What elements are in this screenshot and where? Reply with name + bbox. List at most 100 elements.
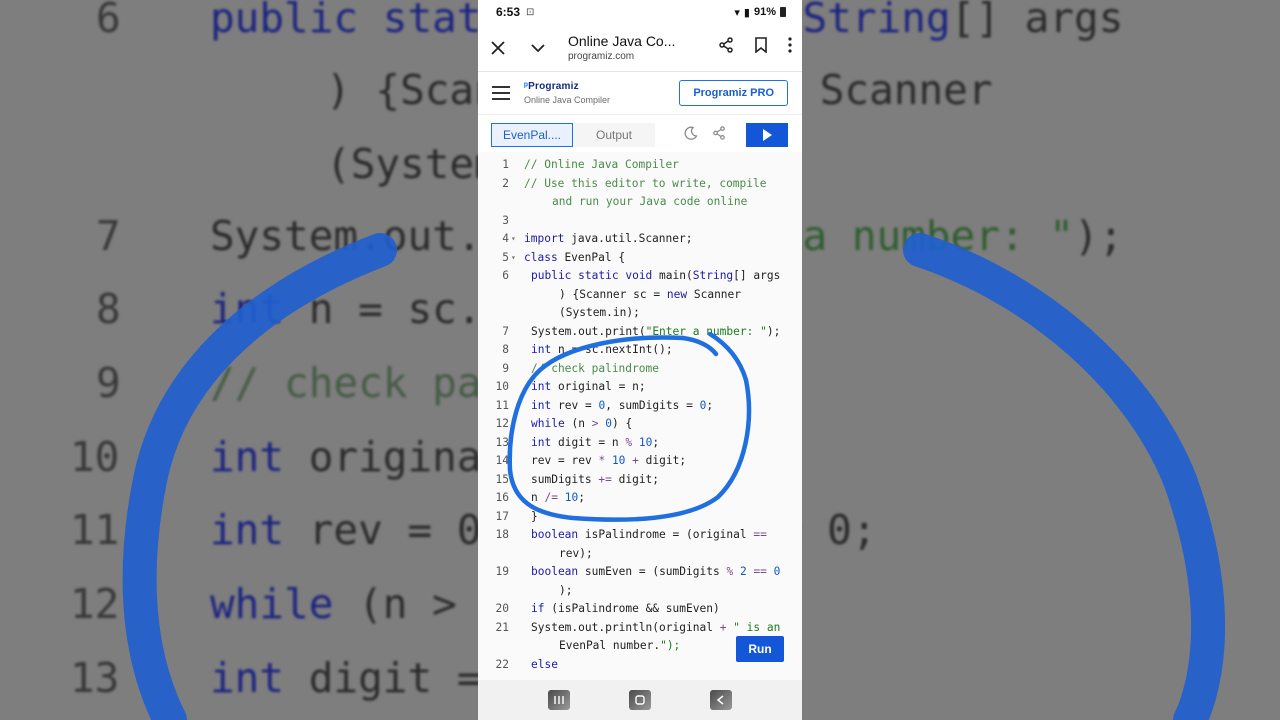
code-text: System.out.println(original + " is an [531,620,781,634]
code-line[interactable]: 20 if (isPalindrome && sumEven) [478,600,802,619]
code-line[interactable]: 7 System.out.print("Enter a number: "); [478,323,802,342]
code-text: class EvenPal { [524,250,626,264]
tab-file[interactable]: EvenPal.... [491,122,573,147]
code-line[interactable]: 15 sumDigits += digit; [478,471,802,490]
code-text: and run your Java code online [552,195,748,208]
recent-apps-icon[interactable] [547,690,570,710]
code-line[interactable]: rev); [478,545,802,564]
play-icon [762,128,772,141]
code-line[interactable]: (System.in); [478,304,802,323]
code-line[interactable]: 10 int original = n; [478,378,802,397]
code-line[interactable]: 19 boolean sumEven = (sumDigits % 2 == 0 [478,563,802,582]
line-number: 14 [495,454,509,467]
code-line[interactable]: 17} [478,508,802,527]
page-domain: programiz.com [568,51,635,62]
android-nav-bar [478,680,802,720]
code-line[interactable]: 2 // Use this editor to write, compile [478,175,802,194]
code-line[interactable]: ) {Scanner sc = new Scanner [478,286,802,305]
hamburger-icon[interactable] [492,86,510,100]
line-number: 4 [502,232,509,245]
code-text: int n = sc.nextInt(); [531,343,673,356]
code-line[interactable]: ); [478,582,802,601]
line-number: 8 [502,343,509,356]
status-right: ▾ ▮ 91% [734,6,786,19]
code-line[interactable]: 16 n /= 10; [478,489,802,508]
code-text: boolean isPalindrome = (original == [531,528,767,541]
code-line[interactable]: 1 // Online Java Compiler [478,156,802,175]
back-icon[interactable] [710,690,733,710]
moon-icon[interactable] [684,126,698,143]
battery-icon [780,7,786,17]
chevron-down-icon[interactable] [528,38,548,58]
browser-title-block[interactable]: Online Java Co... programiz.com [568,33,718,62]
fold-caret-icon[interactable]: ▾ [511,415,516,434]
tab-output[interactable]: Output [573,122,655,147]
tool-icons [684,122,788,147]
home-icon[interactable] [628,690,651,710]
code-text: public static void main(String[] args [531,269,781,282]
brand-subtitle: Online Java Compiler [524,95,611,105]
code-text: n /= 10; [531,491,585,504]
run-play-button[interactable] [746,122,788,147]
code-text: rev = rev * 10 + digit; [531,454,687,467]
code-text: while (n > 0) { [531,417,633,430]
line-number: 15 [495,472,509,486]
bookmark-icon[interactable] [754,37,768,58]
line-number: 19 [495,565,509,578]
code-text: if (isPalindrome && sumEven) [531,602,720,615]
code-line[interactable]: 13 int digit = n % 10; [478,434,802,453]
battery-level: 91% [753,6,776,18]
line-number: 1 [502,158,509,171]
code-text: // Use this editor to write, compile [524,176,767,190]
line-number: 2 [502,176,509,190]
code-text: } [531,509,538,523]
editor-toolbar: EvenPal.... Output [478,114,802,154]
code-line[interactable]: and run your Java code online [478,193,802,212]
line-number: 18 [495,528,509,541]
run-button[interactable]: Run [736,636,784,662]
code-line[interactable]: 6 public static void main(String[] args [478,267,802,286]
code-line[interactable]: 14 rev = rev * 10 + digit; [478,452,802,471]
page-title: Online Java Co... [568,33,676,49]
browser-actions [718,37,792,58]
signal-icon: ▮ [743,6,750,19]
share-icon[interactable] [718,37,734,58]
code-text: (System.in); [559,306,640,319]
status-bar: 6:53 ⊡ ▾ ▮ 91% [478,0,802,24]
fold-caret-icon[interactable]: ▾ [511,249,516,268]
code-line[interactable]: 11 int rev = 0, sumDigits = 0; [478,397,802,416]
line-number: 3 [502,213,509,227]
code-line[interactable]: 21 System.out.println(original + " is an [478,619,802,638]
share-code-icon[interactable] [712,126,726,143]
code-text: EvenPal number."); [559,639,681,652]
code-text: else [531,657,558,671]
code-text: import java.util.Scanner; [524,232,693,245]
brand[interactable]: ᵖProgramiz Online Java Compiler [524,81,610,105]
code-text: rev); [559,546,593,560]
code-text: sumDigits += digit; [531,472,660,486]
code-text: int original = n; [531,380,646,393]
code-line[interactable]: 12 ▾ while (n > 0) { [478,415,802,434]
fold-caret-icon[interactable]: ▾ [511,230,516,249]
code-line[interactable]: 18 boolean isPalindrome = (original == [478,526,802,545]
code-text: // check palindrome [531,361,659,375]
code-text: int digit = n % 10; [531,435,660,449]
line-number: 20 [495,602,509,615]
code-line[interactable]: 4 ▾ import java.util.Scanner; [478,230,802,249]
code-line[interactable]: 5 ▾ class EvenPal { [478,249,802,268]
line-number: 7 [502,324,509,338]
status-time: 6:53 [496,5,521,19]
line-number: 17 [495,509,509,523]
code-line[interactable]: 8 int n = sc.nextInt(); [478,341,802,360]
close-icon[interactable] [488,38,508,58]
code-text: System.out.print("Enter a number: "); [531,324,781,338]
programiz-pro-button[interactable]: Programiz PRO [679,80,788,106]
code-editor[interactable]: 1 // Online Java Compiler 2 // Use this edi… [478,152,802,680]
site-header: ᵖProgramiz Online Java Compiler Programi… [478,72,802,114]
code-text: boolean sumEven = (sumDigits % 2 == 0 [531,565,781,578]
line-number: 9 [502,361,509,375]
code-line[interactable]: 9 // check palindrome [478,360,802,379]
code-line[interactable]: 3 [478,212,802,231]
screenshot-icon: ⊡ [526,6,535,18]
more-vert-icon[interactable] [788,37,792,58]
